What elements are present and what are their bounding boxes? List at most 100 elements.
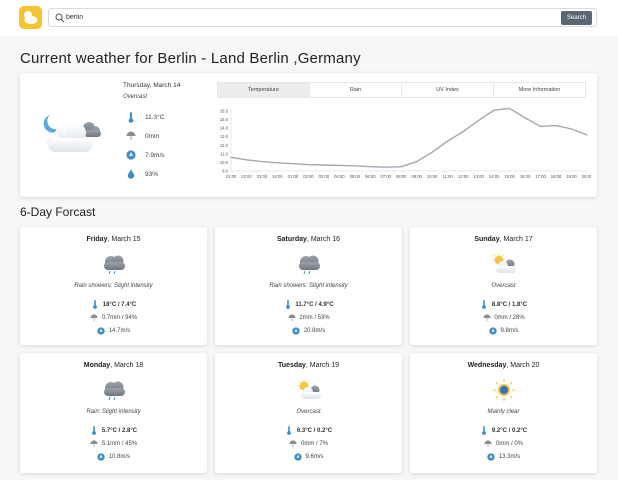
wind-direction-icon: [293, 452, 302, 461]
temperature-point: [385, 166, 387, 168]
search-input[interactable]: [66, 10, 536, 25]
chart-tabs: Temperature Rain UV Index More Informati…: [217, 82, 586, 98]
tab-uv-index[interactable]: UV Index: [402, 83, 494, 97]
current-weather-card: Thursday, March 14 Overcast 11.3°C 0mm 7…: [20, 73, 597, 197]
wind-direction-icon: [126, 150, 136, 161]
tab-temperature[interactable]: Temperature: [218, 83, 310, 97]
wind-direction-icon: [292, 326, 301, 335]
forecast-wind: 20.8m/s: [215, 326, 402, 335]
forecast-wind: 9.8m/s: [410, 326, 597, 335]
forecast-wind: 10.8m/s: [20, 452, 207, 461]
umbrella-icon: [126, 131, 136, 142]
temperature-point: [400, 166, 402, 168]
forecast-wind: 14.7m/s: [20, 326, 207, 335]
x-tick-label: 24:00: [272, 174, 283, 179]
temperature-point: [431, 151, 433, 153]
x-tick-label: 13:00: [473, 174, 484, 179]
forecast-card[interactable]: Saturday, March 16 Rain showers: Slight i…: [215, 227, 402, 345]
forecast-day: Wednesday, March 20: [467, 362, 540, 369]
y-tick-label: 11.0: [220, 151, 229, 156]
temperature-point: [292, 163, 294, 165]
x-tick-label: 08:00: [396, 174, 407, 179]
temperature-point: [323, 164, 325, 166]
rain-cloud-icon: [295, 252, 323, 276]
temperature-point: [447, 140, 449, 142]
forecast-title: 6-Day Forcast: [20, 205, 96, 219]
x-tick-label: 14:00: [489, 174, 500, 179]
forecast-wind: 9.6m/s: [215, 452, 402, 461]
x-tick-label: 20:00: [582, 174, 591, 179]
x-tick-label: 05:00: [350, 174, 361, 179]
forecast-wind: 13.3m/s: [410, 452, 597, 461]
forecast-card[interactable]: Tuesday, March 19 Overcast 6.3°C / 0.2°C 0m…: [215, 353, 402, 473]
temperature-point: [524, 117, 526, 119]
temperature-point: [416, 160, 418, 163]
temperature-series-line: [230, 107, 588, 168]
rain-cloud-icon: [100, 252, 128, 276]
umbrella-icon: [484, 439, 493, 448]
x-tick-label: 09:00: [411, 174, 422, 179]
thermometer-icon: [480, 300, 489, 309]
forecast-temperature: 18°C / 7.4°C: [20, 300, 207, 309]
temperature-point: [230, 156, 232, 158]
water-drop-icon: [126, 169, 136, 180]
thermometer-icon: [126, 111, 136, 123]
forecast-description: Overcast: [296, 409, 321, 415]
app-logo[interactable]: [19, 6, 42, 29]
temperature-point: [493, 109, 495, 111]
forecast-precipitation: 0.7mm / 94%: [20, 313, 207, 322]
tab-rain[interactable]: Rain: [310, 83, 402, 97]
sun-cloud-icon: [295, 378, 323, 402]
current-humidity: 93%: [126, 168, 158, 180]
x-tick-label: 11:00: [443, 174, 454, 179]
temperature-point: [462, 130, 464, 133]
thermometer-icon: [91, 300, 100, 309]
forecast-precipitation: 5.1mm / 45%: [20, 439, 207, 448]
forecast-precipitation: 2mm / 53%: [215, 313, 402, 322]
y-tick-label: 12.0: [220, 143, 229, 148]
forecast-card[interactable]: Monday, March 18 Rain: Slight intensity 5.…: [20, 353, 207, 473]
cloud-sun-logo-icon: [24, 11, 38, 24]
search-icon: [55, 13, 65, 23]
x-tick-label: 16:00: [520, 174, 531, 179]
x-tick-label: 01:00: [288, 174, 299, 179]
temperature-point: [354, 165, 356, 167]
wind-direction-icon: [97, 452, 106, 461]
y-tick-label: 10.0: [220, 160, 229, 165]
x-tick-label: 18:00: [551, 174, 562, 179]
forecast-temperature: 5.7°C / 2.8°C: [20, 426, 207, 435]
x-tick-label: 15:00: [504, 174, 515, 179]
search-button[interactable]: Search: [561, 11, 592, 25]
y-tick-label: 13.0: [220, 134, 229, 139]
tab-more-information[interactable]: More Information: [494, 83, 585, 97]
search-bar[interactable]: Search: [48, 8, 597, 27]
temperature-point: [555, 124, 557, 127]
forecast-day: Tuesday, March 19: [278, 362, 339, 369]
forecast-card[interactable]: Sunday, March 17 Overcast 8.8°C / 1.8°C 0mm…: [410, 227, 597, 345]
umbrella-icon: [90, 439, 99, 448]
x-tick-label: 17:00: [535, 174, 546, 179]
forecast-temperature: 6.3°C / 0.2°C: [215, 426, 402, 435]
temperature-point: [307, 163, 309, 166]
forecast-description: Overcast: [491, 283, 516, 289]
forecast-card[interactable]: Wednesday, March 20 Mainly clear 9.2°C / 0…: [410, 353, 597, 473]
umbrella-icon: [482, 313, 491, 322]
current-date: Thursday, March 14: [123, 82, 181, 89]
forecast-day: Monday, March 18: [83, 362, 144, 369]
y-tick-label: 9.0: [222, 169, 228, 174]
x-tick-label: 02:00: [303, 174, 314, 179]
temperature-point: [509, 107, 511, 110]
current-precipitation: 0mm: [126, 130, 159, 142]
forecast-description: Rain showers: Slight intensity: [269, 283, 348, 289]
y-tick-label: 15.0: [220, 117, 229, 122]
forecast-precipitation: 0mm / 0%: [410, 439, 597, 448]
thermometer-icon: [480, 426, 489, 435]
wind-direction-icon: [487, 452, 496, 461]
current-wind: 7.9m/s: [126, 149, 165, 161]
x-tick-label: 19:00: [566, 174, 577, 179]
x-tick-label: 06:00: [365, 174, 376, 179]
sun-cloud-icon: [490, 252, 518, 276]
forecast-card[interactable]: Friday, March 15 Rain showers: Slight int…: [20, 227, 207, 345]
x-tick-label: 21:00: [226, 174, 237, 179]
temperature-point: [586, 134, 588, 136]
